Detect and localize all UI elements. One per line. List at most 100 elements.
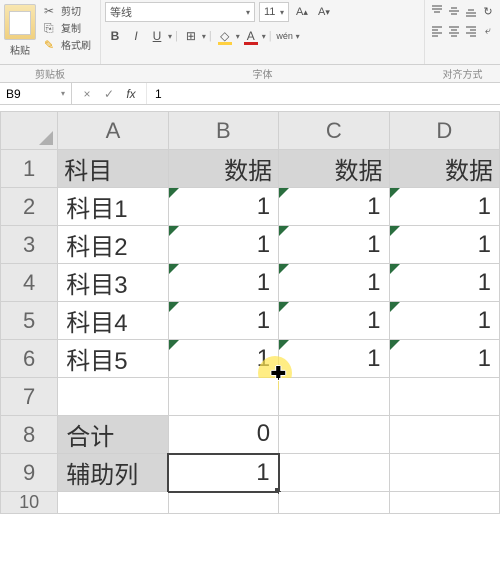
col-header-b[interactable]: B — [168, 112, 278, 150]
col-header-d[interactable]: D — [389, 112, 499, 150]
cell[interactable]: 科目 — [58, 150, 168, 188]
cell[interactable]: 科目1 — [58, 188, 168, 226]
wrap-text-button[interactable]: ⤶ — [480, 22, 496, 40]
cell[interactable] — [389, 454, 499, 492]
name-box[interactable]: B9▾ — [0, 83, 72, 104]
paste-icon[interactable] — [4, 4, 36, 40]
row-header-3[interactable]: 3 — [1, 226, 58, 264]
group-label-clipboard: 剪贴板 — [0, 66, 100, 81]
ribbon-toolbar: 粘贴 剪切 复制 格式刷 等线▾ 11▾ A▴ A▾ B I U ▾ | ⊞▾ … — [0, 0, 500, 65]
cell[interactable]: 科目5 — [58, 340, 168, 378]
cell[interactable]: 1 — [279, 188, 389, 226]
scissors-icon — [44, 4, 58, 18]
cell[interactable] — [168, 492, 278, 514]
cell[interactable] — [279, 492, 389, 514]
align-left-button[interactable] — [429, 22, 445, 40]
cell[interactable]: 科目4 — [58, 302, 168, 340]
format-painter-button[interactable]: 格式刷 — [42, 36, 98, 53]
group-label-align: 对齐方式 — [425, 66, 500, 81]
cell[interactable]: 科目3 — [58, 264, 168, 302]
align-center-button[interactable] — [446, 22, 462, 40]
align-middle-button[interactable] — [446, 2, 462, 20]
increase-font-button[interactable]: A▴ — [293, 3, 311, 21]
copy-icon — [44, 21, 58, 35]
cell[interactable]: 1 — [279, 226, 389, 264]
paste-button[interactable]: 粘贴 — [2, 42, 38, 57]
cell[interactable]: 数据 — [168, 150, 278, 188]
cell[interactable]: 数据 — [279, 150, 389, 188]
align-right-button[interactable] — [463, 22, 479, 40]
cell[interactable] — [389, 492, 499, 514]
underline-button[interactable]: U — [147, 26, 167, 46]
cell[interactable]: 1 — [389, 188, 499, 226]
formula-bar: B9▾ × ✓ fx 1 — [0, 83, 500, 105]
confirm-edit-button[interactable]: ✓ — [100, 87, 118, 101]
cell[interactable] — [279, 416, 389, 454]
row-header-1[interactable]: 1 — [1, 150, 58, 188]
cell[interactable] — [168, 378, 278, 416]
fill-color-button[interactable]: ◇ — [215, 26, 235, 46]
spreadsheet-grid[interactable]: A B C D 1 科目 数据 数据 数据 2 科目1 1 1 1 3 科目2 … — [0, 111, 500, 514]
font-size-combo[interactable]: 11▾ — [259, 2, 289, 22]
italic-button[interactable]: I — [126, 26, 146, 46]
row-header-10[interactable]: 10 — [1, 492, 58, 514]
cell[interactable]: 1 — [389, 302, 499, 340]
cell[interactable]: ✚ — [58, 378, 168, 416]
row-header-2[interactable]: 2 — [1, 188, 58, 226]
active-cell[interactable]: 1 — [168, 454, 278, 492]
phonetic-button[interactable]: wén — [275, 26, 295, 46]
align-bottom-button[interactable] — [463, 2, 479, 20]
cell[interactable]: 1 — [168, 340, 278, 378]
chevron-down-icon: ▾ — [168, 32, 172, 41]
cell[interactable] — [279, 378, 389, 416]
col-header-c[interactable]: C — [279, 112, 389, 150]
row-header-5[interactable]: 5 — [1, 302, 58, 340]
orientation-button[interactable]: ↻ — [480, 2, 496, 20]
cell[interactable]: 1 — [389, 226, 499, 264]
bold-button[interactable]: B — [105, 26, 125, 46]
cell[interactable]: 合计 — [58, 416, 168, 454]
cell[interactable]: 0 — [168, 416, 278, 454]
cell[interactable] — [279, 454, 389, 492]
cell[interactable]: 辅助列 — [58, 454, 168, 492]
cell[interactable]: 1 — [168, 302, 278, 340]
cell[interactable]: 1 — [279, 340, 389, 378]
row-header-8[interactable]: 8 — [1, 416, 58, 454]
chevron-down-icon: ▾ — [61, 89, 65, 98]
ribbon-group-labels: 剪贴板 字体 对齐方式 — [0, 65, 500, 83]
decrease-font-button[interactable]: A▾ — [315, 3, 333, 21]
cell[interactable]: 科目2 — [58, 226, 168, 264]
chevron-down-icon: ▾ — [246, 8, 250, 17]
row-header-4[interactable]: 4 — [1, 264, 58, 302]
row-header-9[interactable]: 9 — [1, 454, 58, 492]
col-header-a[interactable]: A — [58, 112, 168, 150]
cell[interactable]: 数据 — [389, 150, 499, 188]
chevron-down-icon: ▾ — [296, 32, 300, 41]
cell[interactable]: 1 — [389, 264, 499, 302]
cancel-edit-button[interactable]: × — [78, 87, 96, 101]
cell[interactable]: 1 — [279, 302, 389, 340]
fx-button[interactable]: fx — [122, 87, 140, 101]
cell[interactable]: 1 — [279, 264, 389, 302]
cell[interactable] — [58, 492, 168, 514]
cell[interactable]: 1 — [168, 226, 278, 264]
cell[interactable]: 1 — [389, 340, 499, 378]
chevron-down-icon: ▾ — [202, 32, 206, 41]
cell[interactable] — [389, 378, 499, 416]
chevron-down-icon: ▾ — [262, 32, 266, 41]
select-all-corner[interactable] — [1, 112, 58, 150]
font-name-combo[interactable]: 等线▾ — [105, 2, 255, 22]
font-color-button[interactable]: A — [241, 26, 261, 46]
border-button[interactable]: ⊞ — [181, 26, 201, 46]
cell[interactable] — [389, 416, 499, 454]
cell[interactable]: 1 — [168, 188, 278, 226]
cut-button[interactable]: 剪切 — [42, 2, 98, 19]
formula-input[interactable]: 1 — [147, 87, 500, 101]
row-header-6[interactable]: 6 — [1, 340, 58, 378]
align-top-button[interactable] — [429, 2, 445, 20]
cell[interactable]: 1 — [168, 264, 278, 302]
chevron-down-icon: ▾ — [280, 8, 284, 17]
row-header-7[interactable]: 7 — [1, 378, 58, 416]
copy-button[interactable]: 复制 — [42, 19, 98, 36]
brush-icon — [44, 38, 58, 52]
